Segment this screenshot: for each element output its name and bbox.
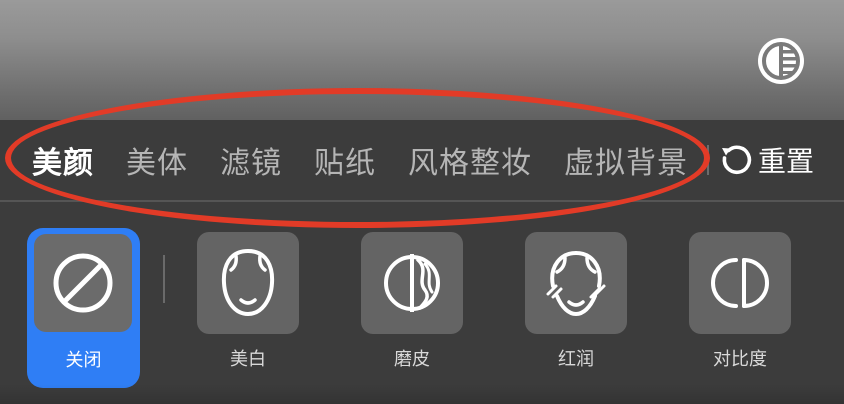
effect-off-tile xyxy=(34,234,132,332)
effect-off-label: 关闭 xyxy=(65,350,102,371)
effect-contrast-tile xyxy=(689,232,791,334)
tab-beauty[interactable]: 美颜 xyxy=(32,138,94,182)
effect-whitening-label: 美白 xyxy=(230,349,266,370)
tab-divider xyxy=(707,145,709,175)
contrast-compare-icon xyxy=(758,38,804,84)
effect-smoothing-label: 磨皮 xyxy=(394,349,430,370)
reset-label: 重置 xyxy=(758,145,815,178)
tab-filter[interactable]: 滤镜 xyxy=(220,138,282,182)
skin-smoothing-icon xyxy=(384,254,440,312)
effect-contrast-button[interactable]: 对比度 xyxy=(689,232,793,382)
effect-whitening-button[interactable]: 美白 xyxy=(197,232,301,382)
tab-style-makeup[interactable]: 风格整妆 xyxy=(408,138,532,182)
camera-preview xyxy=(0,0,844,125)
effect-options: 关闭 美白 磨皮 红润 对比度 xyxy=(0,200,844,404)
effect-rosy-tile xyxy=(525,232,627,334)
contrast-icon xyxy=(711,258,769,308)
reset-button[interactable]: 重置 xyxy=(718,120,838,200)
tab-body[interactable]: 美体 xyxy=(126,138,188,182)
tab-virtual-background[interactable]: 虚拟背景 xyxy=(564,138,688,182)
category-tab-bar: 美颜 美体 滤镜 贴纸 风格整妆 虚拟背景 重置 xyxy=(0,120,844,200)
effect-smoothing-button[interactable]: 磨皮 xyxy=(361,232,465,382)
effect-contrast-label: 对比度 xyxy=(713,349,767,370)
effect-off-button[interactable]: 关闭 xyxy=(27,228,140,388)
effect-rosy-label: 红润 xyxy=(558,349,594,370)
tab-sticker[interactable]: 贴纸 xyxy=(314,138,376,182)
effect-whitening-tile xyxy=(197,232,299,334)
contrast-compare-button[interactable] xyxy=(755,35,807,87)
effects-divider xyxy=(163,255,165,303)
reset-icon xyxy=(722,145,752,175)
face-whitening-icon xyxy=(221,248,275,317)
effect-rosy-button[interactable]: 红润 xyxy=(525,232,629,382)
effect-smoothing-tile xyxy=(361,232,463,334)
rosy-face-icon xyxy=(546,250,606,317)
category-tabs: 美颜 美体 滤镜 贴纸 风格整妆 虚拟背景 xyxy=(32,120,704,200)
disabled-circle-icon xyxy=(53,253,113,313)
